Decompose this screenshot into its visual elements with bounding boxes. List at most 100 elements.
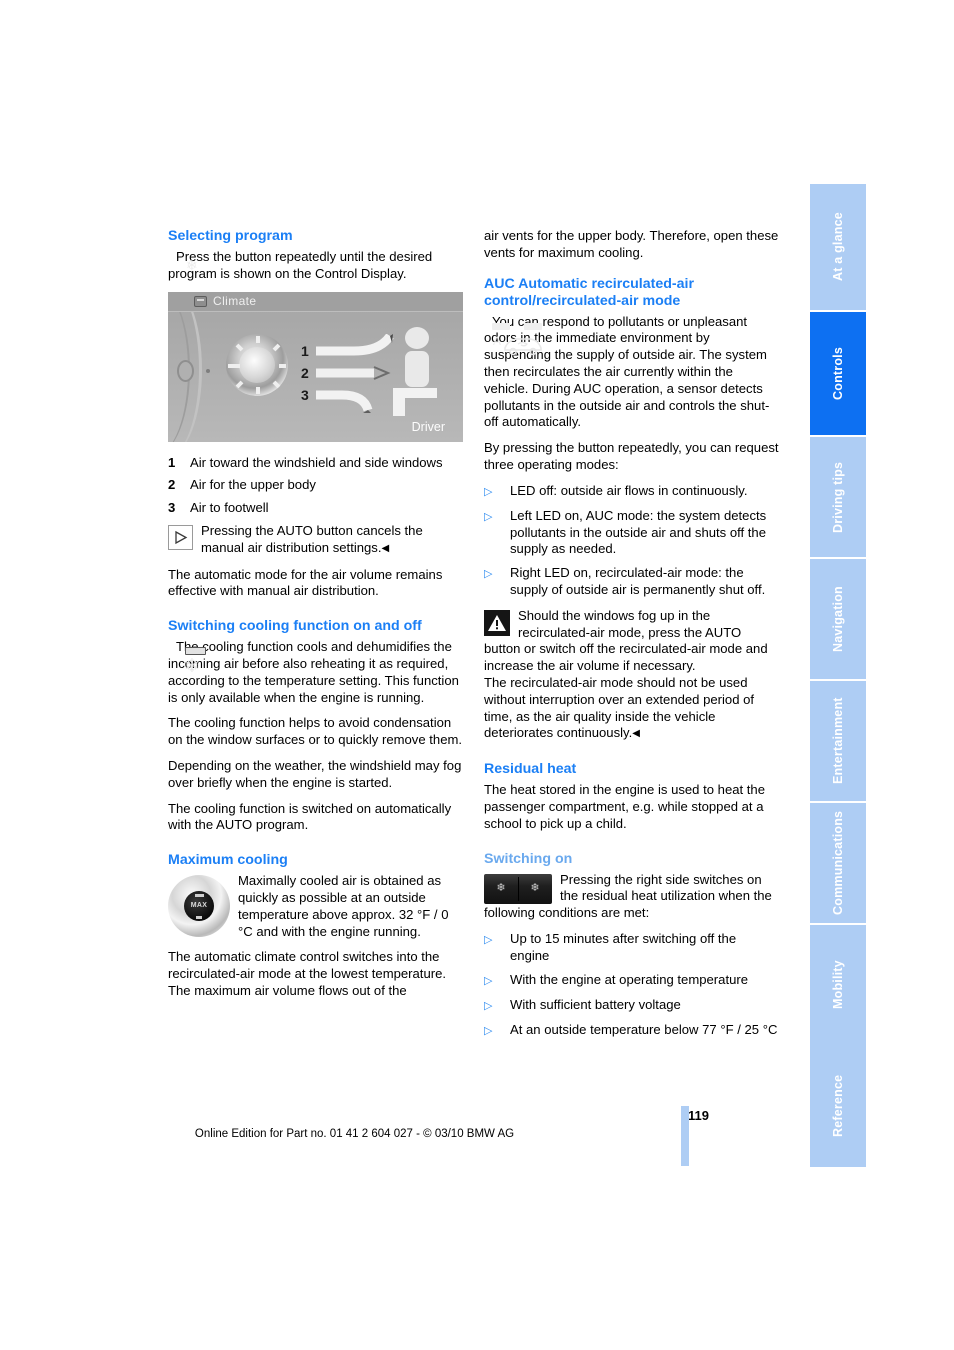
warning-text: Should the windows fog up in the recircu… bbox=[484, 607, 768, 674]
legend-number: 2 bbox=[168, 477, 176, 493]
bullet-text: With the engine at operating temperature bbox=[510, 971, 749, 987]
para-auto-program: The cooling function is switched on auto… bbox=[168, 800, 452, 833]
figure-label-2: 2 bbox=[301, 364, 309, 381]
tab-label: Controls bbox=[831, 347, 845, 400]
bullet-item: ▷ With sufficient battery voltage bbox=[484, 997, 779, 1015]
sidebar-item-entertainment[interactable]: Entertainment bbox=[810, 679, 866, 801]
manual-page: At a glance Controls Driving tips Naviga… bbox=[0, 0, 954, 1350]
sidebar-item-reference[interactable]: Reference bbox=[810, 1045, 866, 1167]
residual-condition-bullet-list: ▷ Up to 15 minutes after switching off t… bbox=[484, 931, 779, 1040]
warning-paragraph: Should the windows fog up in the recircu… bbox=[484, 608, 779, 675]
heading-switching-on: Switching on bbox=[484, 850, 573, 867]
max-cooling-paragraph: MAX Maximally cooled air is obtained as … bbox=[168, 873, 463, 940]
auto-button-note: Pressing the AUTO button cancels the man… bbox=[168, 523, 463, 558]
triangle-bullet-icon: ▷ bbox=[484, 933, 493, 946]
note-triangle-icon bbox=[168, 524, 193, 550]
bullet-text: With sufficient battery voltage bbox=[510, 996, 681, 1012]
climate-display-titlebar: Climate bbox=[168, 291, 463, 312]
para-recirc-lowest: The automatic climate control switches i… bbox=[168, 949, 447, 998]
page-number: 119 bbox=[688, 1108, 709, 1123]
heading-selecting-program: Selecting program bbox=[168, 228, 293, 244]
triangle-bullet-icon: ▷ bbox=[484, 999, 493, 1012]
figure-indicator-dot bbox=[206, 368, 210, 373]
triangle-bullet-icon: ▷ bbox=[484, 1024, 493, 1037]
cooling-button-paragraph: ❄ The cooling function cools and dehumid… bbox=[168, 639, 463, 706]
snowflake-glyph-right: ❄ bbox=[530, 882, 540, 895]
cooling-button-text: The cooling function cools and dehumidif… bbox=[168, 639, 459, 705]
para-condensation: The cooling function helps to avoid cond… bbox=[168, 715, 463, 748]
warning-end-marker: ◀ bbox=[632, 728, 640, 740]
bullet-text: Left LED on, AUC mode: the system detect… bbox=[510, 507, 767, 557]
left-text-column: Selecting program ❄ Press the button rep… bbox=[168, 228, 463, 1000]
residual-heat-switch-icon: ❄ ❄ bbox=[484, 873, 552, 904]
section-tab-rail: At a glance Controls Driving tips Naviga… bbox=[810, 182, 866, 1167]
air-distribution-legend: 1 Air toward the windshield and side win… bbox=[168, 455, 463, 517]
triangle-bullet-icon: ▷ bbox=[484, 568, 493, 581]
bullet-text: Right LED on, recirculated-air mode: the… bbox=[510, 565, 766, 597]
auc-mode-bullet-list: ▷ LED off: outside air flows in continuo… bbox=[484, 483, 779, 599]
warning-continuation-text: The recirculated-air mode should not be … bbox=[484, 674, 755, 741]
driver-seat-figure bbox=[393, 326, 437, 416]
triangle-bullet-icon: ▷ bbox=[484, 510, 493, 523]
program-button-text: Press the button repeatedly until the de… bbox=[168, 249, 433, 281]
tab-label: At a glance bbox=[831, 212, 845, 282]
bullet-item: ▷ Right LED on, recirculated-air mode: t… bbox=[484, 565, 779, 599]
sidebar-item-communications[interactable]: Communications bbox=[810, 801, 866, 923]
bullet-text: At an outside temperature below 77 °F / … bbox=[510, 1021, 778, 1037]
tab-label: Communications bbox=[831, 810, 845, 916]
legend-row: 1 Air toward the windshield and side win… bbox=[168, 455, 463, 472]
residual-switch-paragraph: ❄ ❄ Pressing the right side switches on … bbox=[484, 872, 779, 922]
legend-row: 3 Air to footwell bbox=[168, 500, 463, 517]
tab-label: Navigation bbox=[831, 586, 845, 652]
sidebar-item-at-a-glance[interactable]: At a glance bbox=[810, 182, 866, 310]
para-residual-heat: The heat stored in the engine is used to… bbox=[484, 782, 765, 831]
legend-number: 3 bbox=[168, 500, 176, 516]
bullet-item: ▷ Up to 15 minutes after switching off t… bbox=[484, 931, 779, 965]
heading-residual-heat: Residual heat bbox=[484, 761, 577, 778]
sidebar-item-controls[interactable]: Controls bbox=[810, 310, 866, 435]
bullet-item: ▷ At an outside temperature below 77 °F … bbox=[484, 1022, 779, 1040]
climate-icon bbox=[194, 295, 207, 307]
bullet-item: ▷ Left LED on, AUC mode: the system dete… bbox=[484, 508, 779, 558]
para-auto-mode: The automatic mode for the air volume re… bbox=[168, 566, 443, 599]
snowflake-glyph-left: ❄ bbox=[496, 882, 506, 895]
right-text-column: air vents for the upper body. Therefore,… bbox=[484, 228, 779, 1049]
warning-icon bbox=[484, 609, 510, 637]
note-end-marker: ◀ bbox=[381, 542, 390, 554]
legend-text: Air toward the windshield and side windo… bbox=[190, 454, 443, 470]
driver-label: Driver bbox=[411, 419, 445, 434]
legend-number: 1 bbox=[168, 454, 176, 470]
triangle-bullet-icon: ▷ bbox=[484, 974, 493, 987]
dial-tick-marks bbox=[228, 335, 286, 394]
tab-label: Mobility bbox=[831, 960, 845, 1010]
bullet-item: ▷ LED off: outside air flows in continuo… bbox=[484, 483, 779, 501]
heading-switching-cooling: Switching cooling function on and off bbox=[168, 618, 422, 635]
edition-footer: Online Edition for Part no. 01 41 2 604 … bbox=[194, 1128, 515, 1140]
para-three-modes: By pressing the button repeatedly, you c… bbox=[484, 440, 779, 472]
triangle-bullet-icon: ▷ bbox=[484, 485, 493, 498]
sidebar-item-mobility[interactable]: Mobility bbox=[810, 923, 866, 1045]
figure-label-3: 3 bbox=[301, 386, 309, 403]
para-continued-from-left: air vents for the upper body. Therefore,… bbox=[484, 228, 779, 260]
sidebar-item-navigation[interactable]: Navigation bbox=[810, 557, 866, 679]
sidebar-item-driving-tips[interactable]: Driving tips bbox=[810, 435, 866, 557]
figure-label-1: 1 bbox=[301, 342, 309, 359]
climate-display-figure: Climate 1 2 3 Driver bbox=[168, 291, 463, 442]
legend-text: Air for the upper body bbox=[190, 477, 316, 493]
program-button-paragraph: ❄ Press the button repeatedly until the … bbox=[168, 249, 463, 283]
figure-side-button bbox=[177, 359, 194, 382]
tab-label: Driving tips bbox=[831, 461, 845, 533]
bullet-text: LED off: outside air flows in continuous… bbox=[510, 482, 748, 498]
legend-text: Air to footwell bbox=[190, 500, 269, 516]
auto-button-note-text: Pressing the AUTO button cancels the man… bbox=[201, 522, 423, 555]
bullet-text: Up to 15 minutes after switching off the… bbox=[510, 930, 737, 963]
climate-display-title: Climate bbox=[213, 293, 257, 308]
heading-auc: AUC Automatic recirculated-air control/r… bbox=[484, 275, 694, 309]
knob-max-label: MAX bbox=[190, 901, 208, 909]
auc-button-paragraph: A You can respond to pollutants or unple… bbox=[484, 314, 779, 432]
para-fog: Depending on the weather, the windshield… bbox=[168, 757, 462, 790]
heading-maximum-cooling: Maximum cooling bbox=[168, 852, 288, 869]
tab-label: Entertainment bbox=[831, 697, 845, 785]
max-cooling-knob-icon: MAX bbox=[168, 875, 230, 938]
bullet-item: ▷ With the engine at operating temperatu… bbox=[484, 972, 779, 990]
